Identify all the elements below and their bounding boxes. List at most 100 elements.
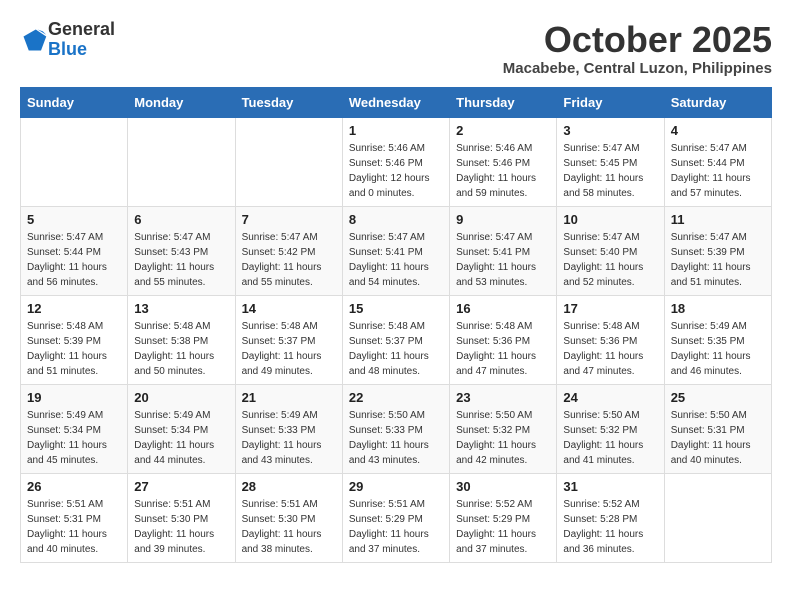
calendar-subtitle: Macabebe, Central Luzon, Philippines xyxy=(503,60,772,77)
calendar-week-row: 5Sunrise: 5:47 AMSunset: 5:44 PMDaylight… xyxy=(21,206,772,295)
day-number: 12 xyxy=(27,301,121,316)
calendar-cell: 5Sunrise: 5:47 AMSunset: 5:44 PMDaylight… xyxy=(21,206,128,295)
calendar-cell: 17 Sunrise: 5:48 AMSunset: 5:36 PMDayligh… xyxy=(557,295,664,384)
day-info: Sunrise: 5:47 AMSunset: 5:45 PMDaylight:… xyxy=(563,141,657,201)
calendar-cell: 29Sunrise: 5:51 AMSunset: 5:29 PMDayligh… xyxy=(342,473,449,562)
day-number: 25 xyxy=(671,390,765,405)
calendar-cell: 4 Sunrise: 5:47 AMSunset: 5:44 PMDaylight… xyxy=(664,117,771,206)
calendar-cell xyxy=(21,117,128,206)
calendar-cell: 30Sunrise: 5:52 AMSunset: 5:29 PMDayligh… xyxy=(450,473,557,562)
calendar-cell: 15Sunrise: 5:48 AMSunset: 5:37 PMDayligh… xyxy=(342,295,449,384)
calendar-cell: 7 Sunrise: 5:47 AMSunset: 5:42 PMDaylight… xyxy=(235,206,342,295)
header: General Blue October 2025 Macabebe, Cent… xyxy=(20,20,772,77)
day-info: Sunrise: 5:49 AMSunset: 5:35 PMDaylight:… xyxy=(671,319,765,379)
day-number: 18 xyxy=(671,301,765,316)
calendar-cell: 2 Sunrise: 5:46 AMSunset: 5:46 PMDaylight… xyxy=(450,117,557,206)
calendar-cell: 22 Sunrise: 5:50 AMSunset: 5:33 PMDayligh… xyxy=(342,384,449,473)
day-number: 29 xyxy=(349,479,443,494)
weekday-header-cell: Thursday xyxy=(450,87,557,117)
day-info: Sunrise: 5:47 AMSunset: 5:41 PMDaylight:… xyxy=(349,230,443,290)
calendar-cell xyxy=(664,473,771,562)
calendar-cell: 1 Sunrise: 5:46 AMSunset: 5:46 PMDaylight… xyxy=(342,117,449,206)
logo-icon xyxy=(20,26,48,54)
weekday-header-cell: Wednesday xyxy=(342,87,449,117)
day-number: 9 xyxy=(456,212,550,227)
calendar-week-row: 19 Sunrise: 5:49 AMSunset: 5:34 PMDayligh… xyxy=(21,384,772,473)
day-info: Sunrise: 5:47 AMSunset: 5:39 PMDaylight:… xyxy=(671,230,765,290)
day-info: Sunrise: 5:50 AMSunset: 5:32 PMDaylight:… xyxy=(563,408,657,468)
calendar-cell: 8 Sunrise: 5:47 AMSunset: 5:41 PMDaylight… xyxy=(342,206,449,295)
calendar-week-row: 12Sunrise: 5:48 AMSunset: 5:39 PMDayligh… xyxy=(21,295,772,384)
day-info: Sunrise: 5:50 AMSunset: 5:33 PMDaylight:… xyxy=(349,408,443,468)
day-info: Sunrise: 5:48 AMSunset: 5:37 PMDaylight:… xyxy=(242,319,336,379)
day-info: Sunrise: 5:51 AMSunset: 5:30 PMDaylight:… xyxy=(134,497,228,557)
day-info: Sunrise: 5:47 AMSunset: 5:40 PMDaylight:… xyxy=(563,230,657,290)
day-info: Sunrise: 5:49 AMSunset: 5:34 PMDaylight:… xyxy=(134,408,228,468)
day-number: 22 xyxy=(349,390,443,405)
day-number: 15 xyxy=(349,301,443,316)
day-number: 16 xyxy=(456,301,550,316)
day-number: 2 xyxy=(456,123,550,138)
calendar-cell xyxy=(128,117,235,206)
day-number: 11 xyxy=(671,212,765,227)
calendar-cell: 27 Sunrise: 5:51 AMSunset: 5:30 PMDayligh… xyxy=(128,473,235,562)
day-number: 19 xyxy=(27,390,121,405)
day-number: 6 xyxy=(134,212,228,227)
logo-blue: Blue xyxy=(48,39,87,59)
calendar-cell: 16 Sunrise: 5:48 AMSunset: 5:36 PMDayligh… xyxy=(450,295,557,384)
calendar-table: SundayMondayTuesdayWednesdayThursdayFrid… xyxy=(20,87,772,563)
calendar-cell: 31 Sunrise: 5:52 AMSunset: 5:28 PMDayligh… xyxy=(557,473,664,562)
calendar-cell: 23 Sunrise: 5:50 AMSunset: 5:32 PMDayligh… xyxy=(450,384,557,473)
calendar-cell: 18 Sunrise: 5:49 AMSunset: 5:35 PMDayligh… xyxy=(664,295,771,384)
day-info: Sunrise: 5:48 AMSunset: 5:38 PMDaylight:… xyxy=(134,319,228,379)
day-number: 3 xyxy=(563,123,657,138)
day-number: 14 xyxy=(242,301,336,316)
day-info: Sunrise: 5:50 AMSunset: 5:32 PMDaylight:… xyxy=(456,408,550,468)
calendar-cell: 3 Sunrise: 5:47 AMSunset: 5:45 PMDaylight… xyxy=(557,117,664,206)
calendar-week-row: 1 Sunrise: 5:46 AMSunset: 5:46 PMDaylight… xyxy=(21,117,772,206)
weekday-header-cell: Sunday xyxy=(21,87,128,117)
day-info: Sunrise: 5:47 AMSunset: 5:43 PMDaylight:… xyxy=(134,230,228,290)
day-info: Sunrise: 5:48 AMSunset: 5:36 PMDaylight:… xyxy=(456,319,550,379)
day-number: 17 xyxy=(563,301,657,316)
weekday-header-cell: Tuesday xyxy=(235,87,342,117)
calendar-cell: 28Sunrise: 5:51 AMSunset: 5:30 PMDayligh… xyxy=(235,473,342,562)
weekday-header-cell: Monday xyxy=(128,87,235,117)
day-number: 27 xyxy=(134,479,228,494)
day-info: Sunrise: 5:47 AMSunset: 5:42 PMDaylight:… xyxy=(242,230,336,290)
calendar-body: 1 Sunrise: 5:46 AMSunset: 5:46 PMDaylight… xyxy=(21,117,772,562)
calendar-cell: 24Sunrise: 5:50 AMSunset: 5:32 PMDayligh… xyxy=(557,384,664,473)
day-info: Sunrise: 5:48 AMSunset: 5:36 PMDaylight:… xyxy=(563,319,657,379)
day-info: Sunrise: 5:49 AMSunset: 5:34 PMDaylight:… xyxy=(27,408,121,468)
day-info: Sunrise: 5:46 AMSunset: 5:46 PMDaylight:… xyxy=(456,141,550,201)
day-info: Sunrise: 5:46 AMSunset: 5:46 PMDaylight:… xyxy=(349,141,443,201)
day-number: 8 xyxy=(349,212,443,227)
day-info: Sunrise: 5:52 AMSunset: 5:28 PMDaylight:… xyxy=(563,497,657,557)
calendar-cell: 13Sunrise: 5:48 AMSunset: 5:38 PMDayligh… xyxy=(128,295,235,384)
calendar-cell: 6 Sunrise: 5:47 AMSunset: 5:43 PMDaylight… xyxy=(128,206,235,295)
logo: General Blue xyxy=(20,20,115,60)
calendar-week-row: 26 Sunrise: 5:51 AMSunset: 5:31 PMDayligh… xyxy=(21,473,772,562)
day-info: Sunrise: 5:47 AMSunset: 5:44 PMDaylight:… xyxy=(27,230,121,290)
day-number: 4 xyxy=(671,123,765,138)
day-info: Sunrise: 5:51 AMSunset: 5:31 PMDaylight:… xyxy=(27,497,121,557)
calendar-cell xyxy=(235,117,342,206)
day-number: 31 xyxy=(563,479,657,494)
day-info: Sunrise: 5:52 AMSunset: 5:29 PMDaylight:… xyxy=(456,497,550,557)
day-info: Sunrise: 5:47 AMSunset: 5:41 PMDaylight:… xyxy=(456,230,550,290)
calendar-cell: 26 Sunrise: 5:51 AMSunset: 5:31 PMDayligh… xyxy=(21,473,128,562)
day-number: 1 xyxy=(349,123,443,138)
day-number: 26 xyxy=(27,479,121,494)
day-number: 23 xyxy=(456,390,550,405)
logo-general: General xyxy=(48,19,115,39)
day-info: Sunrise: 5:47 AMSunset: 5:44 PMDaylight:… xyxy=(671,141,765,201)
day-number: 7 xyxy=(242,212,336,227)
day-info: Sunrise: 5:50 AMSunset: 5:31 PMDaylight:… xyxy=(671,408,765,468)
calendar-cell: 25 Sunrise: 5:50 AMSunset: 5:31 PMDayligh… xyxy=(664,384,771,473)
day-number: 21 xyxy=(242,390,336,405)
calendar-cell: 19 Sunrise: 5:49 AMSunset: 5:34 PMDayligh… xyxy=(21,384,128,473)
calendar-cell: 10Sunrise: 5:47 AMSunset: 5:40 PMDayligh… xyxy=(557,206,664,295)
calendar-title: October 2025 xyxy=(503,20,772,60)
calendar-cell: 20Sunrise: 5:49 AMSunset: 5:34 PMDayligh… xyxy=(128,384,235,473)
day-info: Sunrise: 5:49 AMSunset: 5:33 PMDaylight:… xyxy=(242,408,336,468)
